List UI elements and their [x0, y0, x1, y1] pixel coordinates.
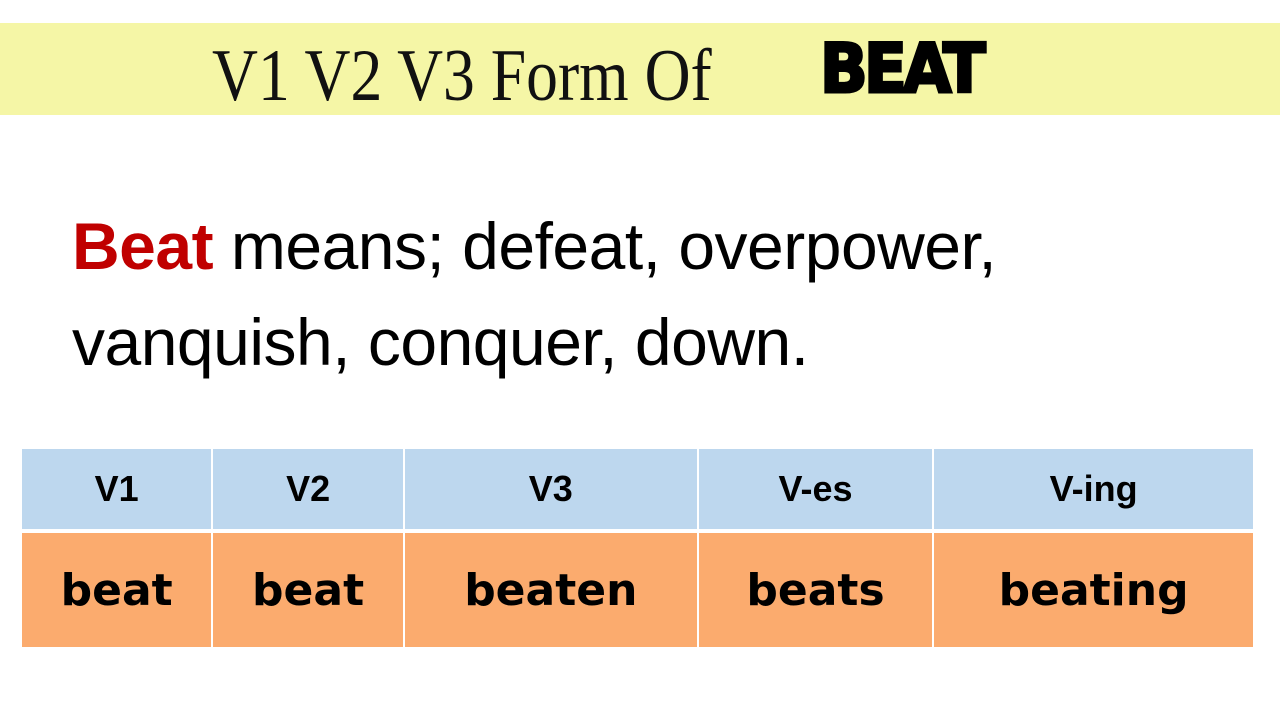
table-header-row: V1 V2 V3 V-es V-ing — [22, 449, 1253, 533]
value-v-ing: beating — [934, 533, 1253, 647]
value-v-es: beats — [698, 533, 935, 647]
value-v2: beat — [213, 533, 405, 647]
table-row: beat beat beaten beats beating — [22, 533, 1253, 647]
definition: Beat means; defeat, overpower, vanquish,… — [72, 198, 1252, 390]
title-verb: BEAT — [819, 29, 987, 111]
header-v3: V3 — [404, 449, 699, 533]
value-v1: beat — [22, 533, 214, 647]
header-v2: V2 — [213, 449, 405, 533]
definition-keyword: Beat — [72, 209, 214, 283]
header-v-ing: V-ing — [934, 449, 1253, 533]
page-title: V1 V2 V3 Form Of — [212, 35, 712, 117]
value-v3: beaten — [404, 533, 699, 647]
verb-forms-table: V1 V2 V3 V-es V-ing beat beat beaten bea… — [22, 449, 1253, 647]
header-v1: V1 — [22, 449, 214, 533]
definition-text-line1: means; defeat, overpower, — [213, 209, 997, 283]
header-v-es: V-es — [698, 449, 935, 533]
definition-text-line2: vanquish, conquer, down. — [72, 305, 809, 379]
